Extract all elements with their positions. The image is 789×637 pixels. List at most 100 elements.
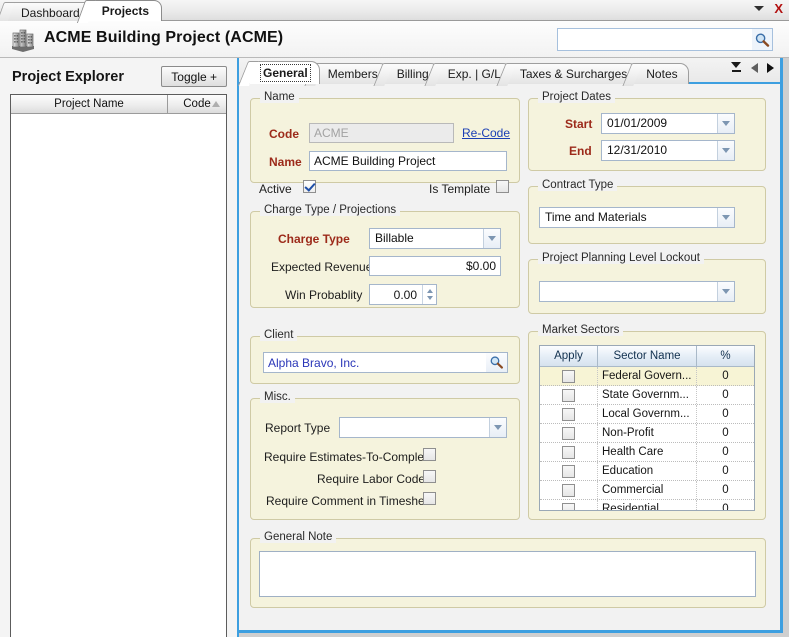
name-group: Name Code Re-Code Name Active Is Templat… (250, 91, 520, 196)
start-date-label: Start (565, 117, 593, 131)
window-tab-bar: Dashboard Projects X (0, 0, 789, 21)
planning-lockout-group: Project Planning Level Lockout (528, 252, 766, 314)
column-header-percent[interactable]: % (697, 346, 754, 367)
apply-checkbox[interactable] (562, 502, 575, 510)
table-row[interactable]: Health Care 0 (540, 443, 754, 462)
search-input[interactable] (558, 30, 752, 49)
table-row[interactable]: Local Governm... 0 (540, 405, 754, 424)
contract-type-select[interactable]: Time and Materials (539, 207, 735, 228)
chevron-down-icon[interactable] (717, 282, 734, 301)
chevron-down-icon[interactable] (717, 114, 734, 133)
code-field[interactable] (309, 123, 454, 143)
table-row[interactable]: State Governm... 0 (540, 386, 754, 405)
name-label: Name (269, 155, 302, 169)
expected-revenue-field[interactable] (369, 256, 501, 276)
apply-checkbox[interactable] (562, 464, 575, 478)
require-etc-label: Require Estimates-To-Complete (264, 450, 435, 464)
row-apply-cell (540, 386, 598, 404)
toggle-button[interactable]: Toggle + (161, 66, 227, 87)
start-date-picker[interactable]: 01/01/2009 (601, 113, 735, 134)
table-row[interactable]: Non-Profit 0 (540, 424, 754, 443)
row-apply-cell (540, 443, 598, 461)
project-explorer-title: Project Explorer (12, 69, 125, 85)
magnifier-icon[interactable] (752, 29, 772, 50)
chevron-down-icon[interactable] (489, 418, 506, 437)
column-header-project-name-label: Project Name (54, 98, 124, 110)
active-checkbox[interactable] (303, 180, 316, 193)
project-explorer-pane: Project Explorer Toggle + Project Name C… (0, 58, 237, 637)
row-sector-name-cell: Local Governm... (598, 405, 697, 423)
tab-list-dropdown-icon[interactable] (731, 62, 742, 73)
column-header-sector-name[interactable]: Sector Name (598, 346, 697, 367)
apply-checkbox[interactable] (562, 445, 575, 459)
report-type-select[interactable] (339, 417, 507, 438)
apply-checkbox[interactable] (562, 426, 575, 440)
re-code-link[interactable]: Re-Code (462, 126, 510, 140)
market-sectors-header: Apply Sector Name % (540, 346, 754, 367)
global-search (557, 28, 773, 51)
active-label: Active (259, 182, 292, 196)
column-header-apply[interactable]: Apply (540, 346, 598, 367)
close-icon[interactable]: X (774, 2, 783, 15)
contract-type-group-legend: Contract Type (538, 179, 618, 191)
tab-taxes-surcharges[interactable]: Taxes & Surcharges (506, 63, 639, 84)
require-labor-code-checkbox[interactable] (423, 470, 436, 483)
tab-general[interactable]: General (249, 61, 320, 84)
window-controls: X (754, 2, 783, 15)
end-date-picker[interactable]: 12/31/2010 (601, 140, 735, 161)
name-field[interactable] (309, 151, 507, 171)
caret-down-icon[interactable] (754, 6, 765, 11)
tab-exp-gl-label: Exp. | G/L (447, 67, 501, 81)
project-list-grid[interactable]: Project Name Code (10, 94, 227, 637)
win-probability-value: 0.00 (393, 287, 417, 302)
application-window: Dashboard Projects X ACME Building Proje… (0, 0, 789, 637)
row-percent-cell: 0 (722, 446, 729, 458)
planning-lockout-select[interactable] (539, 281, 735, 302)
tab-members-label: Members (327, 67, 378, 81)
is-template-checkbox[interactable] (496, 180, 509, 193)
table-row[interactable]: Residential 0 (540, 500, 754, 510)
chevron-left-icon[interactable] (751, 62, 758, 73)
content-frame: General Members Billing Exp. | G/L Taxes… (237, 58, 789, 637)
stepper-buttons[interactable] (422, 285, 436, 304)
row-apply-cell (540, 500, 598, 510)
column-header-code-label: Code (183, 98, 211, 110)
chevron-down-icon[interactable] (483, 229, 500, 248)
chevron-down-icon[interactable] (717, 208, 734, 227)
apply-checkbox[interactable] (562, 483, 575, 497)
general-note-textarea[interactable] (259, 551, 756, 597)
contract-type-value: Time and Materials (545, 210, 647, 224)
chevron-down-icon[interactable] (717, 141, 734, 160)
row-sector-name-cell: State Governm... (598, 386, 697, 404)
client-search-magnifier-icon[interactable] (486, 352, 508, 373)
window-tab-projects[interactable]: Projects (86, 0, 163, 21)
general-note-group: General Note (250, 531, 766, 608)
require-comment-checkbox[interactable] (423, 492, 436, 505)
charge-type-select[interactable]: Billable (369, 228, 501, 249)
contract-type-group: Contract Type Time and Materials (528, 179, 766, 244)
win-probability-stepper[interactable]: 0.00 (369, 284, 437, 305)
market-sectors-grid[interactable]: Apply Sector Name % Federal Govern... 0 (539, 345, 755, 511)
apply-checkbox[interactable] (562, 388, 575, 402)
row-percent-cell: 0 (722, 465, 729, 477)
require-labor-code-label: Require Labor Code (317, 472, 426, 486)
client-field[interactable] (263, 352, 487, 373)
table-row[interactable]: Federal Govern... 0 (540, 367, 754, 386)
require-etc-checkbox[interactable] (423, 448, 436, 461)
start-date-value: 01/01/2009 (607, 116, 668, 130)
column-header-project-name[interactable]: Project Name (11, 95, 168, 113)
row-sector-name-cell: Residential (598, 500, 697, 510)
general-tab-panel: Name Code Re-Code Name Active Is Templat… (244, 86, 777, 629)
row-percent-cell: 0 (722, 484, 729, 496)
chevron-right-icon[interactable] (767, 62, 774, 73)
tab-notes[interactable]: Notes (633, 63, 689, 84)
column-header-code[interactable]: Code (168, 95, 226, 113)
building-icon (10, 27, 36, 53)
tab-general-label: General (260, 64, 311, 82)
table-row[interactable]: Commercial 0 (540, 481, 754, 500)
apply-checkbox[interactable] (562, 407, 575, 421)
end-date-value: 12/31/2010 (607, 143, 668, 157)
is-template-label: Is Template (429, 182, 491, 196)
table-row[interactable]: Education 0 (540, 462, 754, 481)
apply-checkbox[interactable] (562, 369, 575, 383)
